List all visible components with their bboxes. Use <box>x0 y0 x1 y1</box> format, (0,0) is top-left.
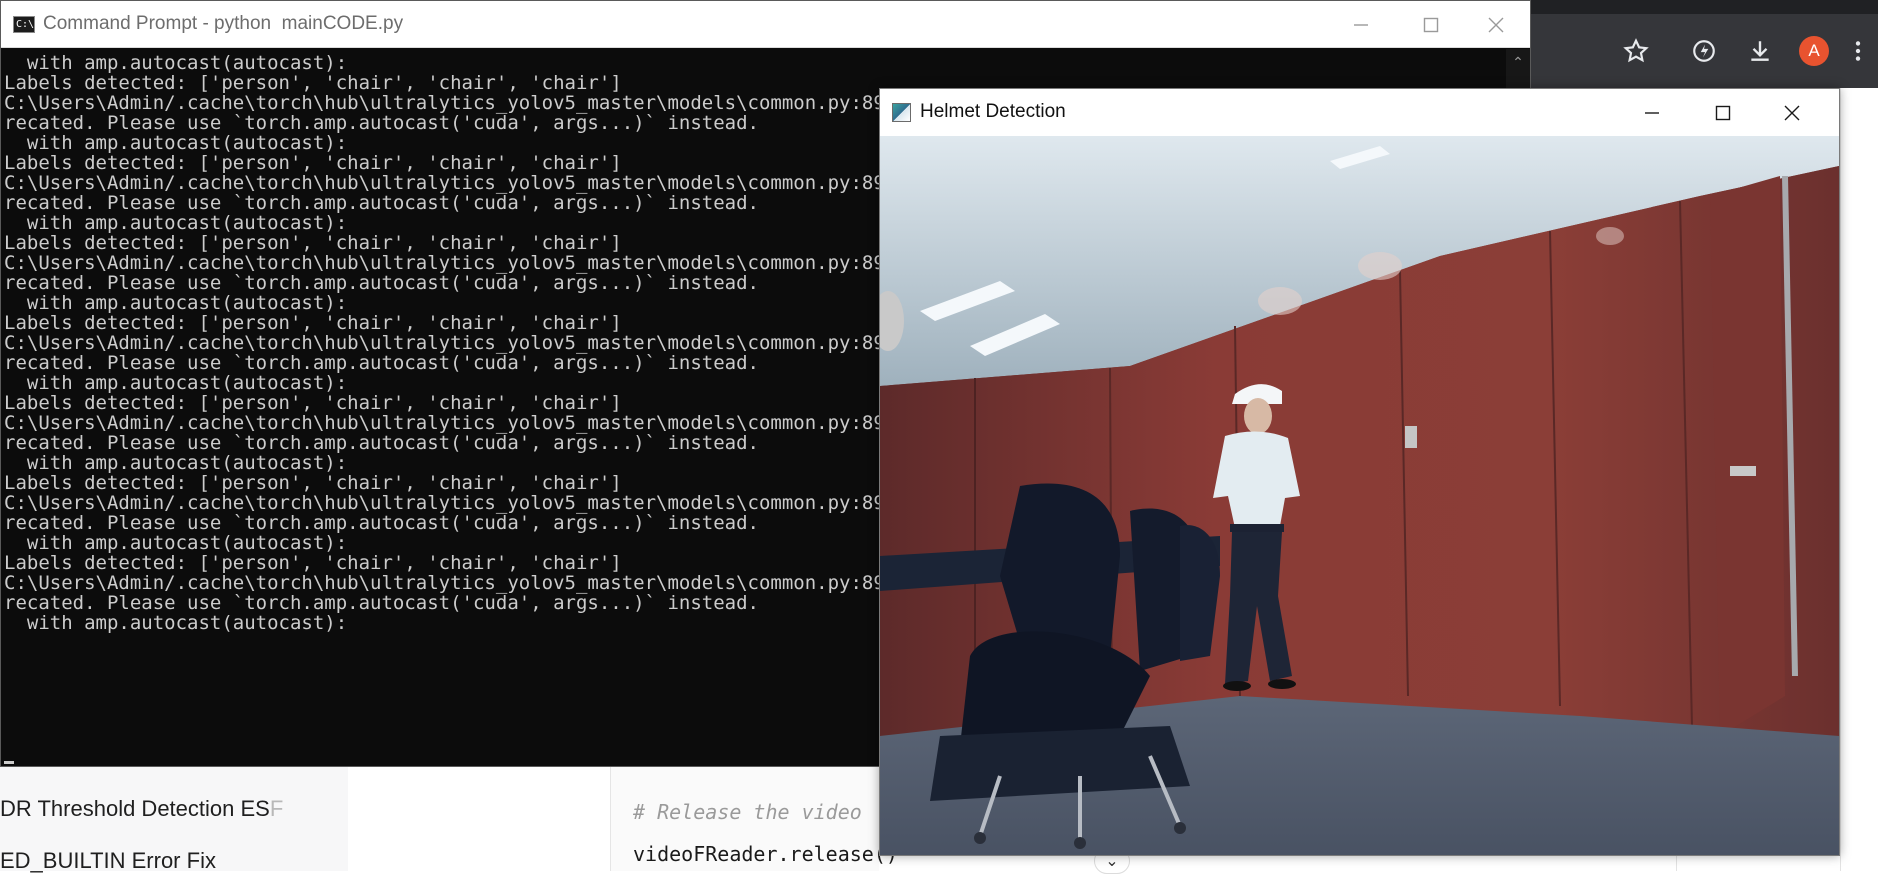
code-comment-line: # Release the video <box>633 800 862 824</box>
close-icon <box>1784 105 1800 120</box>
minimize-icon <box>1354 23 1368 26</box>
scroll-up-arrow-icon[interactable]: ⌃ <box>1506 49 1530 75</box>
console-cursor <box>4 761 14 764</box>
kebab-menu-icon[interactable] <box>1834 14 1878 88</box>
maximize-button[interactable] <box>1688 89 1758 136</box>
download-icon[interactable] <box>1736 14 1784 88</box>
detection-titlebar[interactable]: Helmet Detection <box>880 89 1839 136</box>
profile-avatar[interactable]: A <box>1790 14 1838 88</box>
star-icon[interactable] <box>1612 14 1660 88</box>
sidebar-item-label: ED_BUILTIN Error Fix <box>0 848 216 873</box>
cmd-window-title: Command Prompt - python mainCODE.py <box>43 13 404 34</box>
detection-window-title: Helmet Detection <box>920 101 1066 122</box>
close-button[interactable] <box>1757 89 1827 136</box>
close-icon <box>1488 17 1504 32</box>
sidebar-item-dr-threshold[interactable]: DR Threshold Detection ESF <box>0 796 292 826</box>
minimize-button[interactable] <box>1326 1 1396 48</box>
maximize-button[interactable] <box>1396 1 1466 48</box>
maximize-icon <box>1423 17 1439 32</box>
code-release-line: videoFReader.release() <box>633 842 898 866</box>
sidebar-item-label: DR Threshold Detection ES <box>0 796 270 821</box>
minimize-icon <box>1645 111 1659 114</box>
speed-icon[interactable] <box>1680 14 1728 88</box>
browser-page-edge <box>1840 88 1878 871</box>
close-button[interactable] <box>1461 1 1531 48</box>
opencv-window-icon <box>892 103 911 122</box>
browser-toolbar: A <box>1530 14 1878 88</box>
minimize-button[interactable] <box>1617 89 1687 136</box>
camera-frame-image <box>880 136 1839 855</box>
avatar-letter: A <box>1799 36 1829 66</box>
console-line: with amp.autocast(autocast): <box>4 612 348 634</box>
sidebar-item-builtin-error[interactable]: ED_BUILTIN Error Fix <box>0 848 292 878</box>
maximize-icon <box>1715 105 1731 120</box>
cmd-titlebar[interactable]: C:\ Command Prompt - python mainCODE.py <box>1 1 1530 48</box>
sidebar-item-label-fade: F <box>269 796 284 821</box>
helmet-detection-window[interactable]: Helmet Detection <box>879 88 1840 856</box>
chat-main-area <box>348 767 611 871</box>
cmd-app-icon: C:\ <box>13 16 35 33</box>
camera-feed <box>880 136 1839 855</box>
